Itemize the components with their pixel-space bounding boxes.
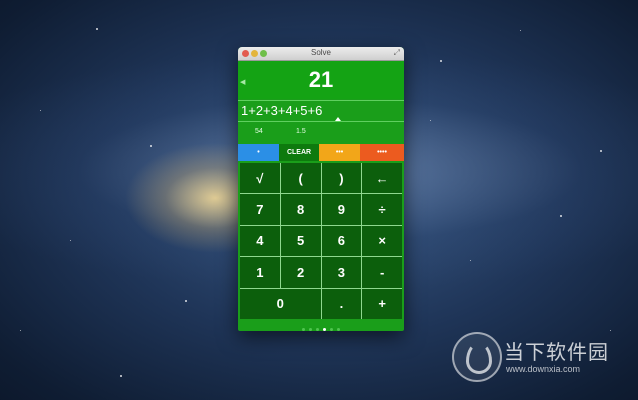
solve-window: Solve ⤢ 21 ◀ 1+2+3+4+5+6 54 1.5 • CLEAR …: [238, 47, 404, 331]
digit-5-key[interactable]: 5: [280, 225, 321, 257]
digit-2-key[interactable]: 2: [280, 257, 321, 288]
star: [470, 260, 471, 261]
star: [70, 240, 71, 241]
hint-value[interactable]: 54: [255, 128, 263, 135]
result-display: 21: [238, 61, 404, 99]
right-paren-key[interactable]: ): [321, 163, 362, 194]
digit-9-key[interactable]: 9: [321, 194, 362, 225]
star: [560, 215, 562, 217]
page-dot[interactable]: [309, 328, 312, 331]
watermark-name: 当下软件园: [504, 342, 609, 364]
star: [120, 375, 122, 377]
digit-1-key[interactable]: 1: [240, 257, 280, 288]
subtract-key[interactable]: -: [362, 257, 402, 288]
backspace-key[interactable]: ←: [362, 163, 402, 194]
left-paren-key[interactable]: (: [280, 163, 321, 194]
page-dot[interactable]: [337, 328, 340, 331]
star: [610, 330, 611, 331]
expression-row[interactable]: 1+2+3+4+5+6: [238, 100, 404, 121]
add-key[interactable]: +: [362, 288, 402, 319]
fullscreen-icon[interactable]: ⤢: [394, 49, 400, 57]
watermark-logo-icon: [452, 332, 502, 382]
multiply-key[interactable]: ×: [362, 225, 402, 257]
mode-bar: • CLEAR ••• ••••: [238, 144, 404, 161]
page-dot[interactable]: [323, 328, 326, 331]
star: [150, 145, 152, 147]
sqrt-key[interactable]: √: [240, 163, 280, 194]
digit-0-key[interactable]: 0: [240, 288, 321, 319]
expression-input[interactable]: 1+2+3+4+5+6: [241, 103, 322, 118]
page-dot[interactable]: [316, 328, 319, 331]
digit-3-key[interactable]: 3: [321, 257, 362, 288]
window-title: Solve: [310, 48, 331, 57]
divide-key[interactable]: ÷: [362, 194, 402, 225]
hint-value[interactable]: 1.5: [296, 128, 306, 135]
hint-row: 54 1.5: [238, 121, 404, 144]
decimal-key[interactable]: .: [321, 288, 362, 319]
mode-four-dots-button[interactable]: ••••: [360, 144, 404, 161]
digit-6-key[interactable]: 6: [321, 225, 362, 257]
star: [20, 330, 21, 331]
clear-button[interactable]: CLEAR: [279, 144, 319, 161]
mode-three-dots-button[interactable]: •••: [319, 144, 360, 161]
digit-8-key[interactable]: 8: [280, 194, 321, 225]
title-bar[interactable]: Solve ⤢: [238, 47, 404, 61]
star: [600, 150, 602, 152]
watermark-url: www.downxia.com: [506, 364, 581, 374]
mode-one-dot-button[interactable]: •: [238, 144, 279, 161]
page-indicator: [238, 321, 404, 331]
star: [520, 30, 521, 31]
star: [430, 120, 431, 121]
star: [40, 110, 41, 111]
keypad: √ ( ) ← 7 8 9 ÷ 4 5 6 × 1 2 3 - 0 . +: [240, 163, 402, 319]
page-left-arrow-icon[interactable]: ◀: [240, 78, 245, 86]
page-dot[interactable]: [330, 328, 333, 331]
digit-7-key[interactable]: 7: [240, 194, 280, 225]
star: [185, 300, 187, 302]
page-dot[interactable]: [302, 328, 305, 331]
star: [96, 28, 98, 30]
digit-4-key[interactable]: 4: [240, 225, 280, 257]
star: [440, 60, 442, 62]
